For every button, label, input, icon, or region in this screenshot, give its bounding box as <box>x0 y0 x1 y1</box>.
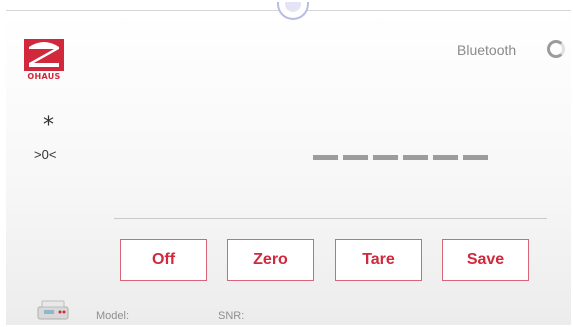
ohaus-logo: OHAUS <box>24 39 64 87</box>
main-panel: OHAUS Bluetooth * >0< Off Zero Tare Save <box>6 2 571 325</box>
stable-indicator: * <box>43 113 54 138</box>
scale-icon <box>36 297 70 321</box>
weight-dash <box>343 155 368 160</box>
ohaus-logo-mark <box>24 39 64 71</box>
weight-display <box>313 155 488 160</box>
tare-button[interactable]: Tare <box>335 239 422 281</box>
bluetooth-label[interactable]: Bluetooth <box>457 42 516 58</box>
model-label: Model: <box>96 310 130 322</box>
zero-indicator: >0< <box>34 147 57 162</box>
weight-dash <box>373 155 398 160</box>
weight-dash <box>313 155 338 160</box>
weight-dash <box>463 155 488 160</box>
snr-label: SNR: <box>218 310 245 322</box>
spinner-icon <box>547 40 565 58</box>
scale-app: OHAUS Bluetooth * >0< Off Zero Tare Save <box>0 0 573 327</box>
zero-button[interactable]: Zero <box>227 239 314 281</box>
save-button[interactable]: Save <box>442 239 529 281</box>
divider <box>114 218 547 219</box>
weight-dash <box>433 155 458 160</box>
handle-icon[interactable] <box>277 2 309 20</box>
off-button[interactable]: Off <box>120 239 207 281</box>
weight-dash <box>403 155 428 160</box>
logo-text: OHAUS <box>27 72 61 81</box>
